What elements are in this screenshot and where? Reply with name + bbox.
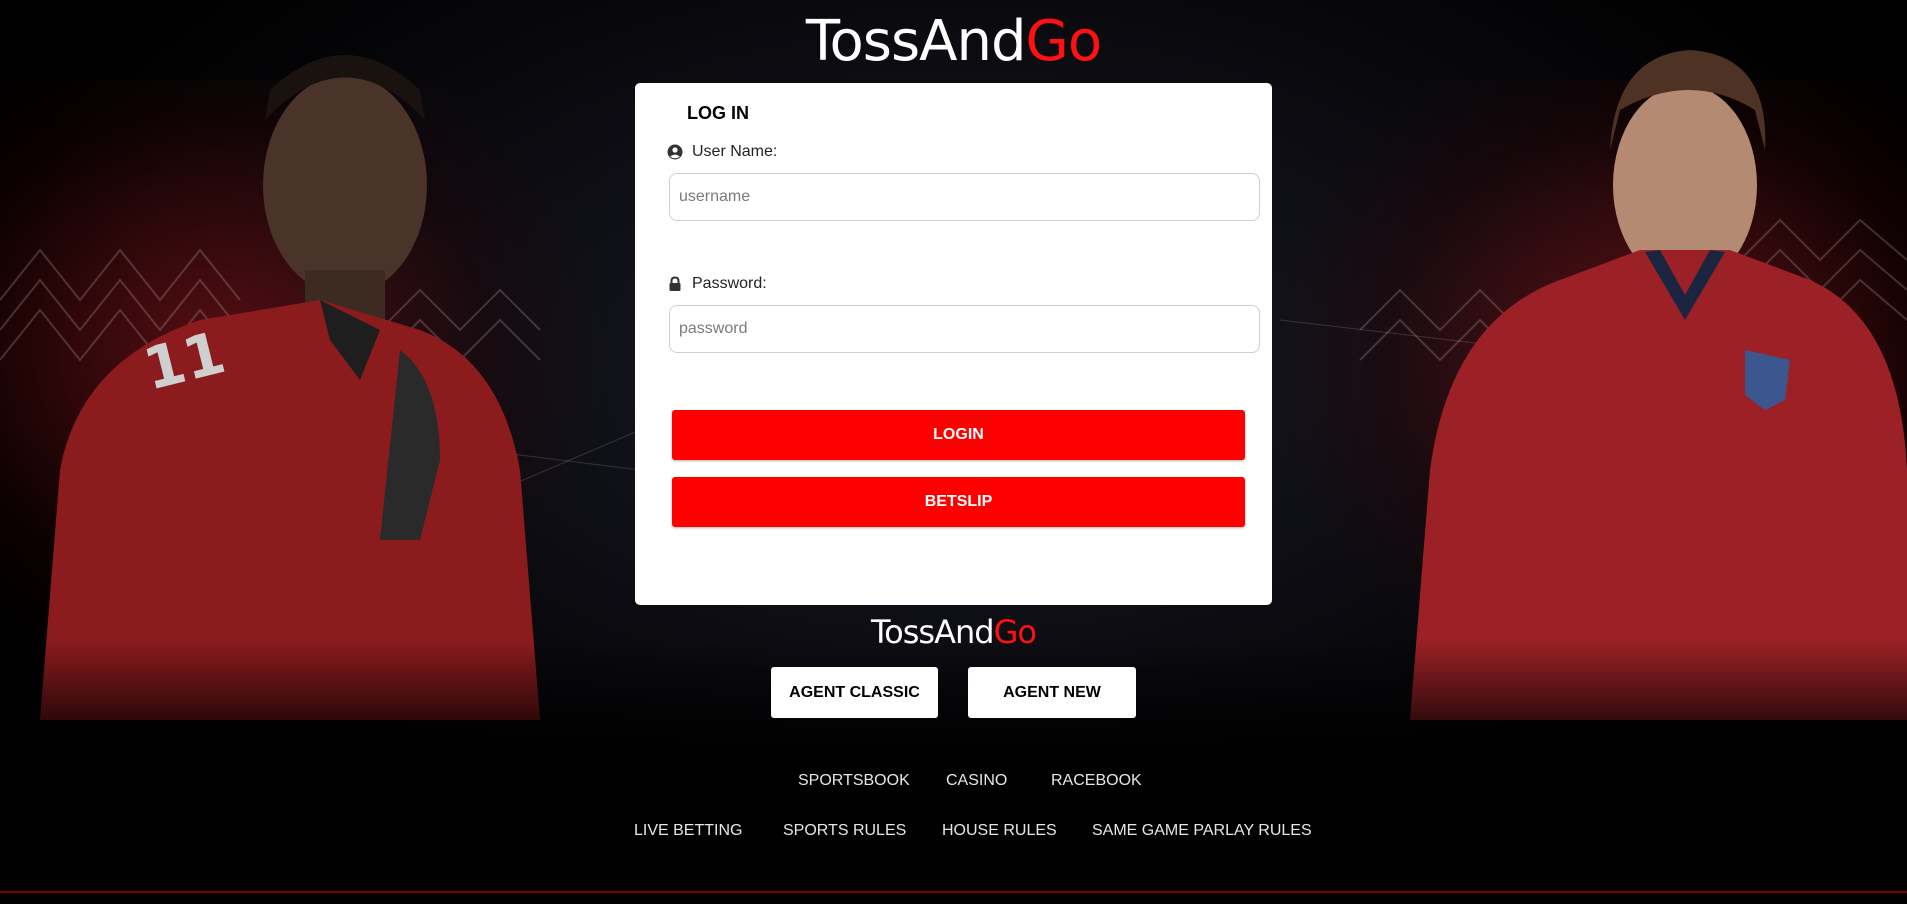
- agent-classic-button[interactable]: AGENT CLASSIC: [771, 667, 938, 718]
- login-card: LOG IN User Name: Password: LOGIN BETSLI…: [635, 83, 1272, 605]
- logo-text-go: Go: [1025, 9, 1103, 74]
- username-input[interactable]: [669, 173, 1260, 221]
- username-label: User Name:: [667, 143, 777, 161]
- brand-logo: TossAndGo: [0, 8, 1907, 76]
- user-circle-icon: [667, 144, 683, 160]
- logo-small-text-go: Go: [993, 613, 1037, 651]
- footer-link-sportsbook[interactable]: SPORTSBOOK: [798, 772, 910, 790]
- footer-link-live-betting[interactable]: LIVE BETTING: [634, 822, 742, 840]
- footer-divider: [0, 891, 1907, 893]
- footer-link-same-game-parlay-rules[interactable]: SAME GAME PARLAY RULES: [1092, 822, 1312, 840]
- footer-link-racebook[interactable]: RACEBOOK: [1051, 772, 1142, 790]
- footer-link-casino[interactable]: CASINO: [946, 772, 1007, 790]
- footer-link-sports-rules[interactable]: SPORTS RULES: [783, 822, 906, 840]
- lock-icon: [667, 276, 683, 292]
- password-label: Password:: [667, 275, 767, 293]
- logo-small-text-and: And: [934, 613, 994, 651]
- password-input[interactable]: [669, 305, 1260, 353]
- logo-text-and: And: [919, 9, 1026, 74]
- username-label-text: User Name:: [692, 143, 778, 160]
- footer-link-house-rules[interactable]: HOUSE RULES: [942, 822, 1057, 840]
- password-label-text: Password:: [692, 275, 767, 292]
- login-title: LOG IN: [687, 103, 749, 123]
- betslip-button[interactable]: BETSLIP: [672, 477, 1245, 527]
- agent-new-button[interactable]: AGENT NEW: [968, 667, 1136, 718]
- brand-logo-small: TossAndGo: [0, 612, 1907, 652]
- login-button[interactable]: LOGIN: [672, 410, 1245, 460]
- logo-small-text-toss: Toss: [871, 613, 935, 651]
- logo-text-toss: Toss: [805, 9, 920, 74]
